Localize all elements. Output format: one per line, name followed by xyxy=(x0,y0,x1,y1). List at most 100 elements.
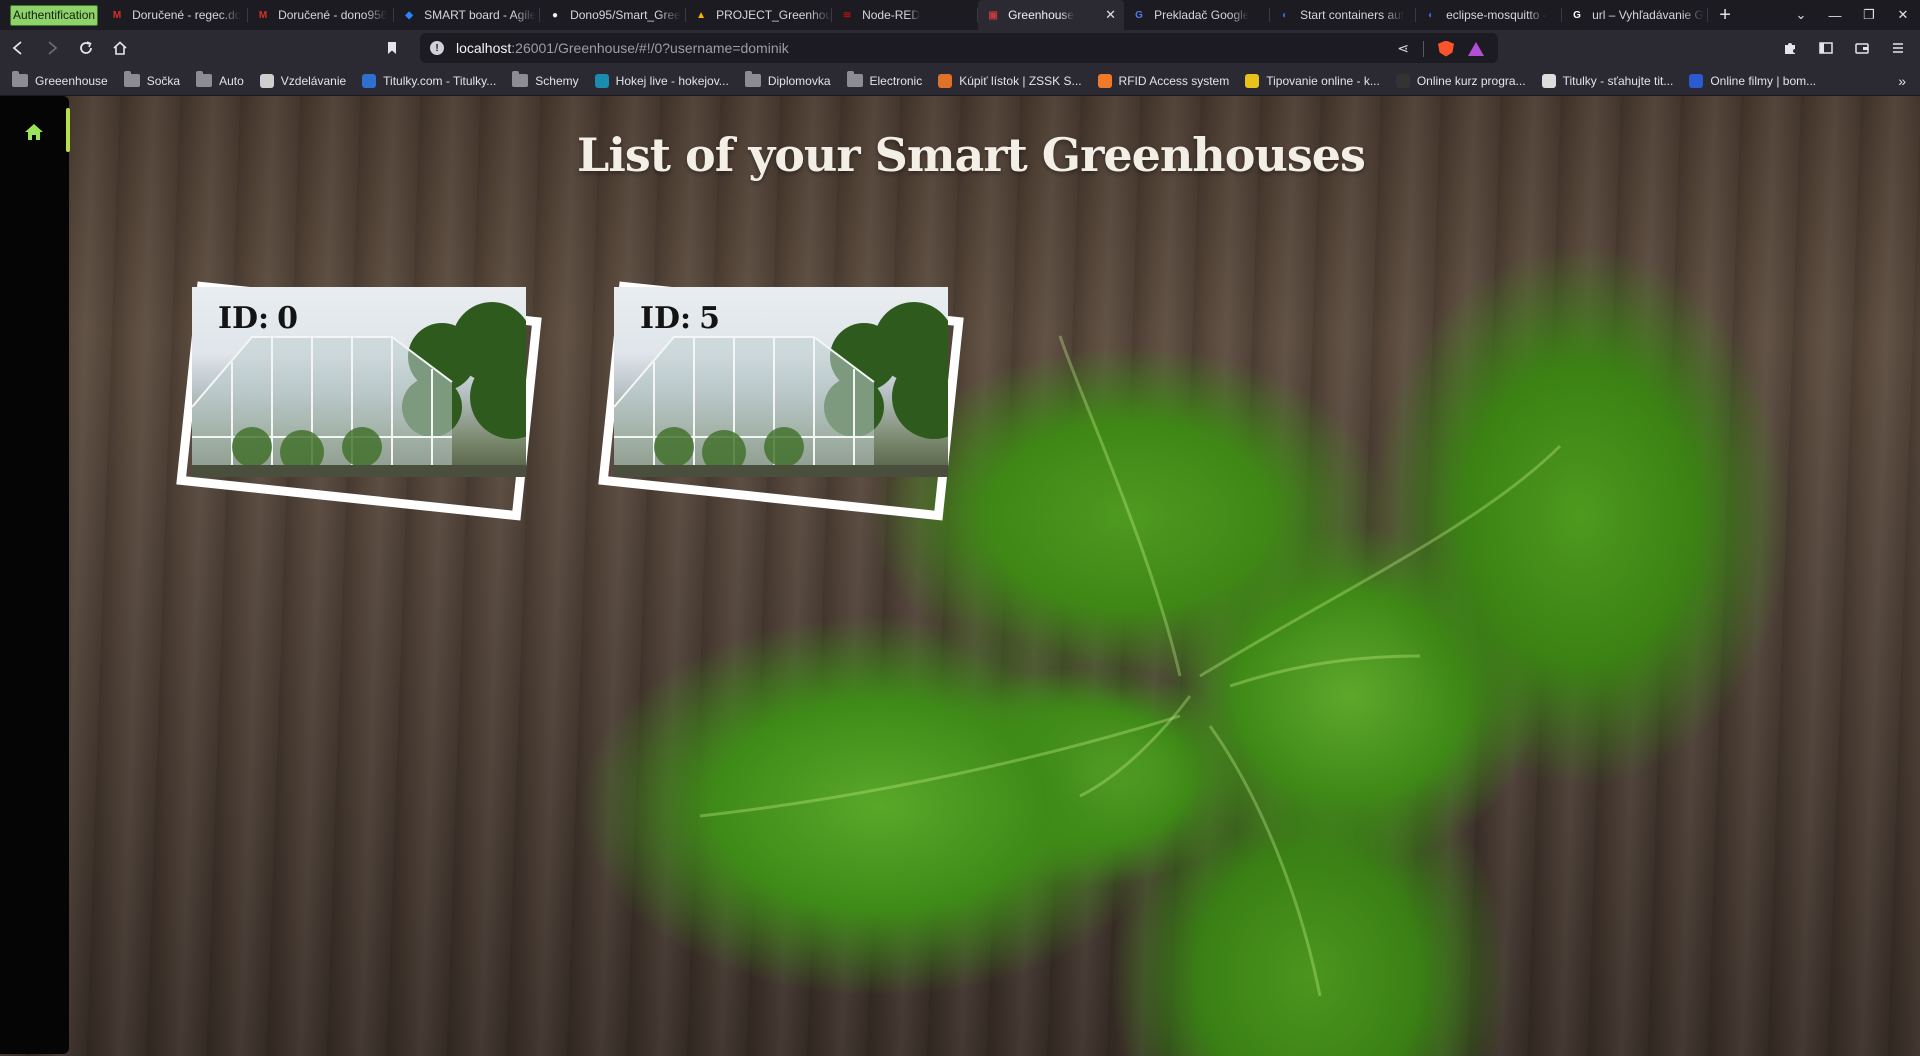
tab-label: Doručené - dono956 xyxy=(278,8,388,22)
bookmark-label: Kúpiť lístok | ZSSK S... xyxy=(959,73,1082,88)
reload-button[interactable] xyxy=(70,32,102,64)
home-button[interactable] xyxy=(104,32,136,64)
greenhouse-card-0[interactable]: ID: 0 xyxy=(176,281,542,521)
bookmark-item[interactable]: Tipovanie online - k... xyxy=(1245,73,1380,88)
folder-icon xyxy=(196,71,213,87)
tab-6[interactable]: ▣ Greenhouse ✕ xyxy=(978,0,1125,30)
back-button[interactable] xyxy=(2,32,34,64)
bookmark-icon xyxy=(388,42,396,54)
id-prefix: ID: xyxy=(218,301,270,336)
bookmark-item[interactable]: Diplomovka xyxy=(744,71,831,88)
bookmark-label: Vzdelávanie xyxy=(280,73,347,88)
greenhouse-card-5[interactable]: ID: 5 xyxy=(598,281,964,521)
tab-0[interactable]: M Doručené - regec.do xyxy=(102,0,249,30)
tab-4[interactable]: ▲ PROJECT_Greenhous xyxy=(686,0,833,30)
wallet-button[interactable] xyxy=(1846,32,1878,64)
reload-icon xyxy=(80,41,92,54)
id-prefix: ID: xyxy=(640,301,692,336)
bookmark-item[interactable]: RFID Access system xyxy=(1097,73,1230,88)
bookmark-item[interactable]: Schemy xyxy=(512,71,579,88)
menu-button[interactable] xyxy=(1882,32,1914,64)
home-outline-icon xyxy=(113,41,127,55)
sidebar-toggle-button[interactable] xyxy=(1810,32,1842,64)
forward-button[interactable] xyxy=(36,32,68,64)
tab-label: Start containers aut xyxy=(1300,8,1405,22)
toolbar-right xyxy=(1772,32,1914,64)
tab-8[interactable]: ◐ Start containers aut xyxy=(1270,0,1417,30)
github-icon: ● xyxy=(552,9,559,21)
tab-5[interactable]: ≋ Node-RED xyxy=(832,0,979,30)
url-host: localhost xyxy=(456,40,512,56)
close-tab-icon[interactable]: ✕ xyxy=(1105,7,1116,23)
close-window-button[interactable]: ✕ xyxy=(1886,7,1920,23)
tab-label: Node-RED xyxy=(862,8,921,22)
more-bookmarks-chevron-icon[interactable]: » xyxy=(1898,73,1906,89)
tab-label: Greenhouse xyxy=(1008,8,1075,22)
bookmark-item[interactable]: Greeenhouse xyxy=(12,71,108,88)
folder-icon xyxy=(744,71,761,87)
brave-shields-icon[interactable] xyxy=(1438,40,1454,57)
auth-tab-group-pill[interactable]: Authentification xyxy=(10,4,99,26)
bookmark-item[interactable]: Titulky - sťahujte tit... xyxy=(1541,73,1674,88)
site-favicon-icon xyxy=(1689,73,1704,88)
bookmark-item[interactable]: Kúpiť lístok | ZSSK S... xyxy=(938,73,1082,88)
tab-1[interactable]: M Doručené - dono956 xyxy=(248,0,395,30)
greenhouse-id-label: ID: 5 xyxy=(640,301,720,336)
greenhouse-id-label: ID: 0 xyxy=(218,301,298,336)
maximize-button[interactable]: ❐ xyxy=(1852,7,1886,23)
wallet-icon xyxy=(1855,43,1869,54)
new-tab-button[interactable]: + xyxy=(1710,0,1740,30)
url-path: :26001/Greenhouse/#!/0?username=dominik xyxy=(511,40,789,56)
tab-label: Doručené - regec.do xyxy=(132,8,242,22)
tab-bar: Authentification M Doručené - regec.do M Do… xyxy=(0,0,1920,30)
page-title: List of your Smart Greenhouses xyxy=(577,128,1366,182)
tab-2[interactable]: ◆ SMART board - Agile xyxy=(394,0,541,30)
tab-label: Dono95/Smart_Gree xyxy=(570,8,681,22)
bookmark-label: RFID Access system xyxy=(1118,73,1230,88)
tab-list-chevron-icon[interactable]: ⌄ xyxy=(1784,7,1818,23)
bookmark-item[interactable]: Hokej live - hokejov... xyxy=(594,73,729,88)
tab-strip: M Doručené - regec.do M Doručené - dono956 ◆… xyxy=(102,0,1709,30)
bookmark-button[interactable] xyxy=(376,32,408,64)
site-favicon-icon xyxy=(1245,73,1260,88)
brave-rewards-icon[interactable] xyxy=(1468,41,1484,56)
bookmark-item[interactable]: Auto xyxy=(196,71,244,88)
bookmarks-bar: Greeenhouse Sočka Auto Vzdelávanie Titulky.c… xyxy=(0,66,1920,96)
hamburger-menu-icon xyxy=(1893,43,1903,53)
tab-label: SMART board - Agile xyxy=(424,8,537,22)
tab-label: eclipse-mosquitto - xyxy=(1446,8,1547,22)
sidebar xyxy=(0,96,70,1054)
bookmark-item[interactable]: Electronic xyxy=(846,71,922,88)
tab-10[interactable]: Gurl – Vyhľadávanie G xyxy=(1562,0,1709,30)
site-favicon-icon xyxy=(1395,73,1410,88)
bookmark-label: Hokej live - hokejov... xyxy=(615,73,729,88)
google-icon: G xyxy=(1573,9,1581,21)
bookmark-item[interactable]: Online kurz progra... xyxy=(1395,73,1526,88)
tab-9[interactable]: ◐ eclipse-mosquitto - xyxy=(1416,0,1563,30)
gmail-icon: M xyxy=(258,9,268,21)
bookmark-label: Greeenhouse xyxy=(35,73,108,88)
minimize-button[interactable]: — xyxy=(1818,8,1852,23)
translate-icon: G xyxy=(1135,9,1143,21)
folder-icon xyxy=(12,71,28,87)
extensions-button[interactable] xyxy=(1774,32,1806,64)
bookmark-label: Auto xyxy=(219,73,244,88)
tab-3[interactable]: ● Dono95/Smart_Gree xyxy=(540,0,687,30)
bookmark-item[interactable]: Titulky.com - Titulky... xyxy=(362,73,496,88)
sidebar-panel-icon xyxy=(1819,42,1833,54)
site-favicon-icon xyxy=(1541,73,1556,88)
drive-icon: ▲ xyxy=(696,9,707,21)
bookmark-label: Online kurz progra... xyxy=(1416,73,1526,88)
tab-7[interactable]: G Prekladač Google xyxy=(1124,0,1271,30)
bookmark-item[interactable]: Online filmy | bom... xyxy=(1689,73,1816,88)
bookmark-item[interactable]: Vzdelávanie xyxy=(259,73,347,88)
docker-icon: ◐ xyxy=(1282,9,1289,21)
window-controls: ⌄ — ❐ ✕ xyxy=(1784,0,1920,30)
divider xyxy=(1423,40,1424,57)
bookmark-label: Titulky - sťahujte tit... xyxy=(1562,73,1674,88)
site-info-icon[interactable]: ! xyxy=(430,41,444,55)
bookmark-item[interactable]: Sočka xyxy=(123,71,180,88)
share-icon[interactable]: ⋖ xyxy=(1397,40,1409,57)
address-bar[interactable]: ! localhost:26001/Greenhouse/#!/0?userna… xyxy=(420,33,1498,63)
site-favicon-icon xyxy=(1097,73,1112,88)
